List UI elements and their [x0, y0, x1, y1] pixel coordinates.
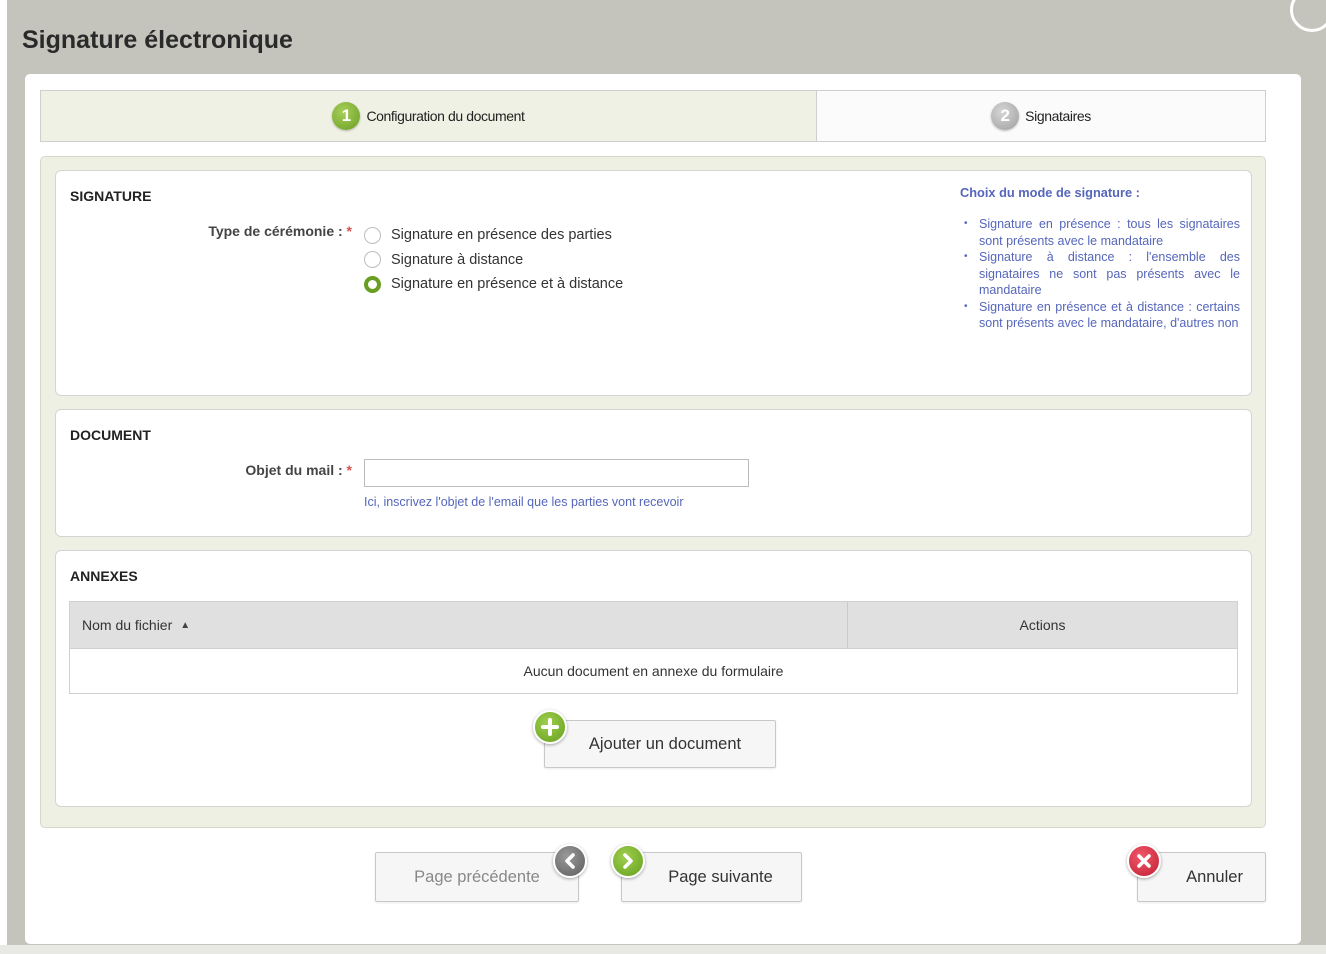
radio-label: Signature en présence et à distance [391, 276, 624, 293]
add-document-button[interactable]: Ajouter un document [544, 720, 776, 768]
previous-page-label: Page précédente [414, 867, 540, 886]
backdrop-edge [0, 0, 7, 954]
previous-page-button[interactable]: Page précédente [375, 852, 579, 902]
mail-subject-label-text: Objet du mail : [245, 462, 343, 478]
radio-option-presence-distance[interactable]: Signature en présence et à distance [364, 272, 623, 297]
column-file-name[interactable]: Nom du fichier ▲︎ [70, 602, 848, 648]
ceremony-type-label: Type de cérémonie : * [156, 223, 352, 239]
document-section: DOCUMENT Objet du mail : * Ici, inscrive… [55, 409, 1252, 537]
radio-label: Signature en présence des parties [391, 227, 612, 244]
radio-label: Signature à distance [391, 251, 524, 268]
wizard-steps: 1 Configuration du document 2 Signataire… [40, 90, 1266, 142]
required-mark: * [346, 462, 352, 478]
dialog-close-icon[interactable] [1290, 0, 1326, 32]
backdrop-bottom [0, 945, 1326, 954]
mail-subject-hint: Ici, inscrivez l'objet de l'email que le… [364, 495, 684, 509]
radio-option-distance[interactable]: Signature à distance [364, 248, 623, 273]
signature-section-title: SIGNATURE [70, 188, 152, 204]
annexes-table-header: Nom du fichier ▲︎ Actions [70, 602, 1237, 649]
content-panel: SIGNATURE Type de cérémonie : * Signatur… [40, 156, 1266, 828]
signature-section: SIGNATURE Type de cérémonie : * Signatur… [55, 170, 1252, 396]
annexes-section: ANNEXES Nom du fichier ▲︎ Actions Aucun … [55, 550, 1252, 807]
step-1-number-icon: 1 [332, 102, 361, 130]
help-item: Signature en présence et à distance : ce… [964, 299, 1240, 332]
help-item: Signature à distance : l'ensemble des si… [964, 249, 1240, 299]
radio-option-presence[interactable]: Signature en présence des parties [364, 223, 623, 248]
chevron-left-icon [553, 844, 587, 878]
next-page-button[interactable]: Page suivante [621, 852, 802, 902]
step-2-label: Signataires [1025, 108, 1091, 124]
step-configuration[interactable]: 1 Configuration du document [41, 91, 817, 141]
signature-mode-help: Choix du mode de signature : Signature e… [960, 185, 1240, 332]
annexes-table: Nom du fichier ▲︎ Actions Aucun document… [69, 601, 1238, 694]
column-file-name-label: Nom du fichier [82, 617, 173, 633]
document-section-title: DOCUMENT [70, 427, 151, 443]
signature-dialog: 1 Configuration du document 2 Signataire… [25, 74, 1301, 944]
plus-icon [533, 710, 567, 744]
column-actions: Actions [1019, 617, 1066, 633]
annexes-empty-row: Aucun document en annexe du formulaire [523, 663, 784, 679]
sort-icon[interactable]: ▲︎ [180, 620, 190, 631]
dialog-title: Signature électronique [22, 26, 293, 54]
ceremony-type-radio-group: Signature en présence des parties Signat… [364, 223, 623, 297]
radio-button[interactable] [364, 226, 381, 244]
next-page-label: Page suivante [668, 867, 773, 886]
help-item: Signature en présence : tous les signata… [964, 216, 1240, 249]
radio-button-checked[interactable] [364, 275, 381, 293]
step-1-label: Configuration du document [366, 108, 525, 124]
help-list: Signature en présence : tous les signata… [960, 216, 1240, 332]
add-document-label: Ajouter un document [588, 734, 742, 753]
step-signataires[interactable]: 2 Signataires [817, 91, 1265, 141]
radio-button[interactable] [364, 251, 381, 269]
cancel-label: Annuler [1186, 867, 1243, 886]
help-title: Choix du mode de signature : [960, 185, 1140, 200]
step-2-number-icon: 2 [991, 102, 1020, 130]
close-icon [1127, 844, 1161, 878]
mail-subject-input[interactable] [364, 459, 749, 487]
mail-subject-label: Objet du mail : * [156, 462, 352, 478]
chevron-right-icon [611, 844, 645, 878]
required-mark: * [346, 223, 352, 239]
ceremony-type-label-text: Type de cérémonie : [208, 223, 343, 239]
annexes-section-title: ANNEXES [70, 568, 138, 584]
